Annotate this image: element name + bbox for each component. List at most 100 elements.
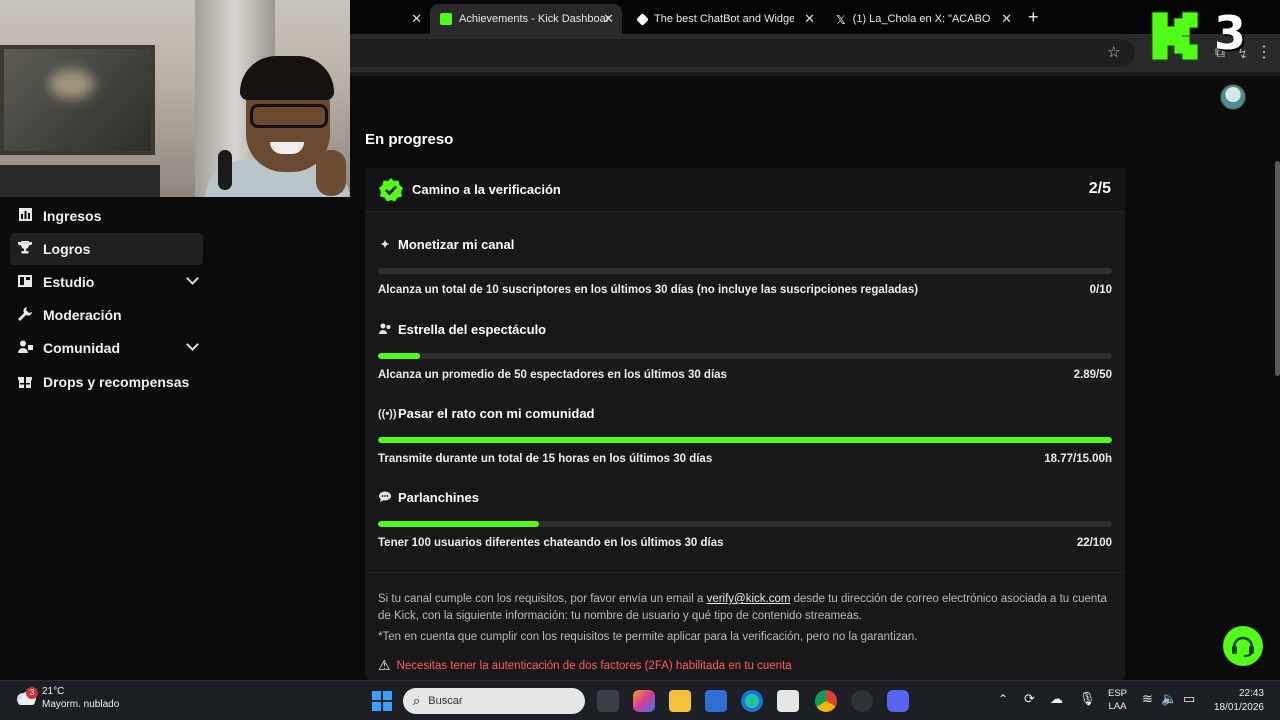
browser-menu-icon[interactable]: ⋮ xyxy=(1256,42,1272,62)
outlook-icon[interactable] xyxy=(705,690,727,712)
sidebar-item-ingresos[interactable]: Ingresos xyxy=(10,200,203,232)
card-progress-count: 2/5 xyxy=(1088,180,1111,197)
wrench-icon xyxy=(16,306,34,324)
microphone-icon[interactable]: 🎙 xyxy=(1079,691,1096,707)
wifi-icon[interactable]: ≋ xyxy=(1142,691,1153,707)
overlay-stream-number: 3 xyxy=(1214,6,1247,60)
tab-close-icon[interactable]: ✕ xyxy=(411,11,422,27)
clock-date: 18/01/2026 xyxy=(1213,702,1264,713)
tray-chevron-up-icon[interactable]: ⌃ xyxy=(998,692,1008,706)
discord-icon[interactable] xyxy=(887,690,909,712)
achievement-item: ✦ Monetizar mi canal Alcanza un total de… xyxy=(378,237,1112,296)
kick-favicon-icon xyxy=(440,13,452,25)
support-chat-button[interactable] xyxy=(1223,626,1263,666)
progress-fill xyxy=(378,353,421,359)
sidebar-item-logros[interactable]: Logros xyxy=(10,233,203,265)
studio-icon xyxy=(16,274,34,290)
weather-widget[interactable]: 3 21°C Mayorm. nublado xyxy=(14,685,119,711)
progress-fill xyxy=(378,437,1112,443)
task-view-icon[interactable] xyxy=(597,690,619,712)
tab-close-icon[interactable]: ✕ xyxy=(804,11,815,27)
broadcast-icon: ((•)) xyxy=(378,407,397,420)
taskbar-clock[interactable]: 22:43 18/01/2026 xyxy=(1212,687,1264,715)
headset-icon xyxy=(1232,636,1254,657)
taskbar-search-input[interactable]: ⌕ Buscar xyxy=(403,688,585,714)
achievement-item: Parlanchines Tener 100 usuarios diferent… xyxy=(378,490,1112,549)
scrollbar[interactable] xyxy=(1275,161,1280,376)
verify-email-link[interactable]: verify@kick.com xyxy=(707,593,791,605)
x-favicon-icon: 𝕏 xyxy=(836,13,846,27)
achievement-title: Monetizar mi canal xyxy=(398,237,515,252)
windows-taskbar: 3 21°C Mayorm. nublado ⌕ Buscar ⌃ ⟳ ☁ 🎙 … xyxy=(0,680,1280,720)
cloud-icon: 3 xyxy=(14,687,38,707)
card-title: Camino a la verificación xyxy=(412,182,561,197)
weather-temp: 21°C xyxy=(42,686,65,697)
keyboard-layout: LAA xyxy=(1108,701,1127,712)
language-code: ESP xyxy=(1108,688,1128,699)
tab-close-icon[interactable]: ✕ xyxy=(603,11,614,27)
kick-logo-icon xyxy=(1151,11,1199,61)
sidebar-item-estudio[interactable]: Estudio xyxy=(10,266,203,298)
tab-title: (1) La_Chola en X: "ACABO DE D xyxy=(852,13,993,25)
weather-badge: 3 xyxy=(26,687,38,699)
browser-tab-1[interactable]: Achievements - Kick Dashboard ✕ xyxy=(430,4,622,34)
achievement-item: ((•)) Pasar el rato con mi comunidad Tra… xyxy=(378,406,1112,465)
trophy-icon xyxy=(16,241,34,257)
achievement-description: Alcanza un total de 10 suscriptores en l… xyxy=(378,284,919,296)
browser-tab-2[interactable]: The best ChatBot and Widgets ✕ xyxy=(628,4,823,34)
bookmark-star-icon[interactable]: ☆ xyxy=(1107,43,1120,61)
file-explorer-icon[interactable] xyxy=(669,690,691,712)
tab-title: The best ChatBot and Widgets xyxy=(654,13,794,25)
edge-icon[interactable] xyxy=(741,690,763,712)
achievement-value: 22/100 xyxy=(1076,537,1112,549)
battery-icon[interactable]: ▭ xyxy=(1183,691,1195,707)
obs-icon[interactable] xyxy=(851,690,873,712)
webcam-background-window xyxy=(0,45,155,155)
chevron-down-icon[interactable] xyxy=(186,272,199,285)
chrome-icon[interactable] xyxy=(815,690,837,712)
achievement-item: Estrella del espectáculo Alcanza un prom… xyxy=(378,322,1112,381)
store-icon[interactable] xyxy=(777,690,799,712)
omnibox[interactable] xyxy=(350,39,1135,67)
webcam-background-shelf xyxy=(0,165,160,197)
avatar[interactable] xyxy=(1220,84,1246,110)
browser-tab-3[interactable]: 𝕏 (1) La_Chola en X: "ACABO DE D ✕ xyxy=(826,4,1020,34)
sidebar: Ingresos Logros Estudio Moderación Comun… xyxy=(0,197,350,680)
browser-tab-0[interactable]: ✕ xyxy=(350,4,430,34)
chat-icon xyxy=(378,491,392,505)
copilot-icon[interactable] xyxy=(633,690,655,712)
twofa-warning: ⚠ Necesitas tener la autenticación de do… xyxy=(378,657,792,674)
webcam-microphone xyxy=(218,150,232,190)
community-icon xyxy=(16,340,34,356)
language-indicator[interactable]: ESP LAA xyxy=(1108,687,1127,713)
verification-info: Si tu canal cumple con los requisitos, p… xyxy=(378,591,1112,625)
windows-start-icon[interactable] xyxy=(372,691,392,711)
volume-icon[interactable]: 🔈 xyxy=(1161,691,1177,707)
search-placeholder: Buscar xyxy=(428,695,463,707)
sidebar-item-label: Ingresos xyxy=(43,208,102,224)
tab-close-icon[interactable]: ✕ xyxy=(1001,11,1012,27)
sidebar-item-comunidad[interactable]: Comunidad xyxy=(10,332,203,364)
achievement-title: Pasar el rato con mi comunidad xyxy=(398,406,595,421)
progress-bar xyxy=(378,437,1112,443)
achievement-description: Alcanza un promedio de 50 espectadores e… xyxy=(378,369,727,381)
onedrive-icon[interactable]: ☁ xyxy=(1050,691,1063,707)
progress-bar xyxy=(378,353,1112,359)
new-tab-plus-icon[interactable]: + xyxy=(1028,7,1039,28)
verification-card: Camino a la verificación 2/5 ✦ Monetizar… xyxy=(365,168,1125,680)
webcam-overlay xyxy=(0,0,350,197)
sidebar-item-drops[interactable]: Drops y recompensas xyxy=(10,366,203,398)
progress-bar xyxy=(378,268,1112,274)
warning-text: Necesitas tener la autenticación de dos … xyxy=(396,659,792,672)
info-text: Si tu canal cumple con los requisitos, p… xyxy=(378,593,707,605)
sidebar-item-label: Drops y recompensas xyxy=(43,374,190,390)
card-header[interactable]: Camino a la verificación 2/5 xyxy=(365,168,1125,212)
sidebar-item-label: Estudio xyxy=(43,274,95,290)
sidebar-item-moderacion[interactable]: Moderación xyxy=(10,299,203,331)
divider xyxy=(365,572,1125,573)
search-icon: ⌕ xyxy=(413,693,421,708)
achievement-value: 18.77/15.00h xyxy=(1044,453,1112,465)
chevron-down-icon[interactable] xyxy=(186,338,199,351)
sync-icon[interactable]: ⟳ xyxy=(1024,691,1035,707)
main-content: En progreso Camino a la verificación 2/5… xyxy=(350,76,1280,680)
